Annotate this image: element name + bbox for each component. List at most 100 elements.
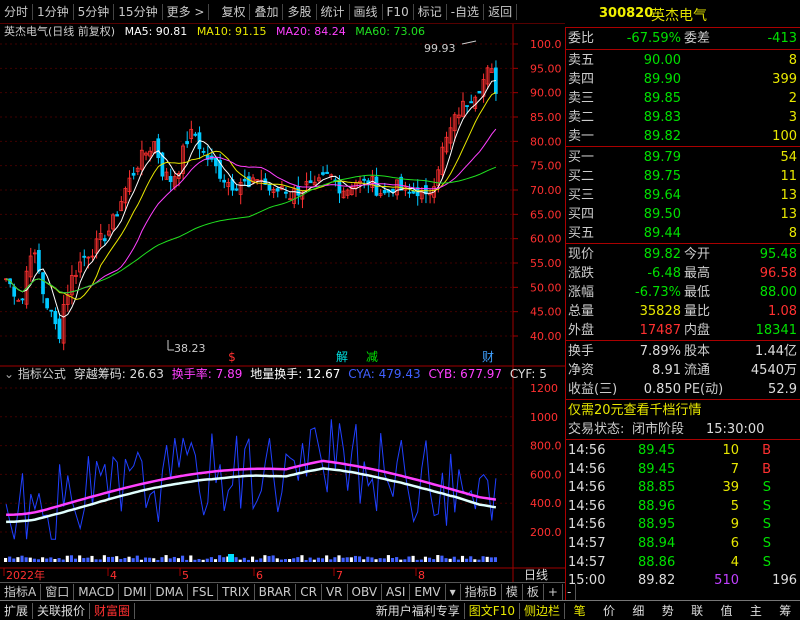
stat-value2: 95.48 <box>759 247 797 262</box>
turnover-bar <box>345 557 349 562</box>
turnover-bar <box>131 558 135 562</box>
tool-button-5[interactable]: F10 <box>383 3 414 20</box>
indicator-tab-4[interactable]: DMA <box>151 583 189 600</box>
turnover-bar <box>28 557 32 562</box>
tool-button-6[interactable]: 标记 <box>414 3 447 20</box>
footer-tab-0[interactable]: 扩展 <box>0 602 34 619</box>
candle-body <box>222 179 227 183</box>
candle-body <box>469 101 473 104</box>
turnover-bar <box>440 555 444 562</box>
footer-f10[interactable]: 图文F10 <box>465 602 520 619</box>
stat-value2: 18341 <box>755 323 797 338</box>
indicator-tab-14[interactable]: 指标B <box>461 583 502 600</box>
trade-time: 14:56 <box>568 461 606 477</box>
footer-side[interactable]: 侧边栏 <box>520 602 565 619</box>
indicator-tab-1[interactable]: 窗口 <box>41 583 75 600</box>
candle-body <box>477 90 482 94</box>
tool-button-3[interactable]: 统计 <box>317 3 350 20</box>
indicator-tab-5[interactable]: FSL <box>188 583 219 600</box>
trade-dir: S <box>762 480 771 496</box>
footer-ad[interactable]: 新用户福利专享 <box>372 602 465 619</box>
turnover-bar <box>123 557 127 562</box>
turnover-bar <box>135 555 139 562</box>
indicator-tab-0[interactable]: 指标A <box>0 583 42 600</box>
trade-row-2: 14:56 88.85 39 S <box>566 478 800 497</box>
quote-tab-2[interactable]: 细 <box>632 602 644 619</box>
quote-tab-0[interactable]: 笔 <box>574 602 586 619</box>
indicator-tab-10[interactable]: OBV <box>348 583 383 600</box>
stat2-label: 收益(三) <box>568 382 618 397</box>
period-tab-3[interactable]: 15分钟 <box>114 3 163 20</box>
indicator-tab-13[interactable]: ▾ <box>446 583 461 600</box>
quote-tab-3[interactable]: 势 <box>662 602 674 619</box>
turnover-bar <box>304 559 308 562</box>
indicator-tab-11[interactable]: ASI <box>382 583 411 600</box>
tool-button-8[interactable]: 返回 <box>484 3 518 20</box>
turnover-bar <box>197 559 201 562</box>
turnover-bar <box>164 555 168 562</box>
candle-body <box>201 151 206 153</box>
sell-row-3: 卖二 89.83 3 <box>566 108 800 127</box>
tool-button-1[interactable]: 叠加 <box>250 3 284 20</box>
turnover-bar <box>185 559 189 562</box>
price-tick-label: 55.00 <box>530 257 562 270</box>
turnover-bar <box>246 559 250 562</box>
price-tick-label: 100.0 <box>530 38 562 51</box>
quote-tab-1[interactable]: 价 <box>603 602 615 619</box>
indicator-tab-12[interactable]: EMV <box>410 583 446 600</box>
ma60-line <box>5 166 497 294</box>
ind-tick-label: 400.0 <box>530 497 562 510</box>
wc-label: 委差 <box>684 31 711 46</box>
indicator-tab-3[interactable]: DMI <box>119 583 152 600</box>
quote-tab-5[interactable]: 值 <box>721 602 733 619</box>
price-tick-label: 80.00 <box>530 135 562 148</box>
trade-dir: 196 <box>772 573 797 589</box>
indicator-tab-16[interactable]: 板 <box>523 583 544 600</box>
indicator-tab-7[interactable]: BRAR <box>255 583 297 600</box>
tool-button-0[interactable]: 复权 <box>217 3 251 20</box>
period-tab-1[interactable]: 1分钟 <box>33 3 74 20</box>
turnover-bar <box>489 557 493 562</box>
period-tab-4[interactable]: 更多 > <box>163 3 210 20</box>
tool-button-4[interactable]: 画线 <box>350 3 383 20</box>
kline-chart[interactable]: 100.0 95.00 90.00 85.00 80.00 75.00 70.00 65.00… <box>0 24 565 582</box>
tool-button-7[interactable]: -自选 <box>447 3 485 20</box>
ind-tick-label: 800.0 <box>530 440 562 453</box>
ma5-label: MA5: 90.81 <box>124 25 188 38</box>
candle-body <box>362 178 366 181</box>
indicator-tab-15[interactable]: 模 <box>502 583 523 600</box>
quote-tab-6[interactable]: 主 <box>750 602 762 619</box>
ind-tick-label: 600.0 <box>530 468 562 481</box>
candle-body <box>185 141 189 145</box>
turnover-bar <box>370 557 374 562</box>
indicator-tab-6[interactable]: TRIX <box>218 583 255 600</box>
indicator-label[interactable]: 指标公式 <box>18 367 66 381</box>
period-tab-0[interactable]: 分时 <box>0 3 34 20</box>
footer-tab-1[interactable]: 关联报价 <box>33 602 91 619</box>
indicator-tab-17[interactable]: + <box>544 583 563 600</box>
candle-body <box>296 186 301 196</box>
trade-time: 14:57 <box>568 554 606 570</box>
quote-tab-7[interactable]: 筹 <box>779 602 791 619</box>
ma10-line <box>5 92 497 301</box>
trade-vol: 4 <box>730 554 739 570</box>
period-tab-2[interactable]: 5分钟 <box>74 3 115 20</box>
indicator-menu-icon[interactable]: ⌄ <box>4 367 14 381</box>
indicator-tab-9[interactable]: VR <box>322 583 348 600</box>
chart-panel[interactable]: 100.0 95.00 90.00 85.00 80.00 75.00 70.00 65.00… <box>0 24 565 582</box>
indicator-tabs: 指标A 窗口 MACD DMI DMA FSL TRIX BRAR CR VR OBV ASI EMV ▾… <box>0 582 577 600</box>
turnover-bar <box>222 557 226 562</box>
turnover-bar <box>292 558 296 562</box>
turnover-bar <box>213 559 218 562</box>
quote-tab-4[interactable]: 联 <box>691 602 703 619</box>
price-tick-label: 70.00 <box>530 184 562 197</box>
buy-vol: 8 <box>788 226 797 241</box>
indicator-tab-2[interactable]: MACD <box>74 583 120 600</box>
footer-tab-2[interactable]: 财富圈 <box>90 602 136 619</box>
trade-dir: S <box>762 517 771 533</box>
tool-button-2[interactable]: 多股 <box>283 3 317 20</box>
turnover-bar <box>485 556 489 562</box>
indicator-tab-8[interactable]: CR <box>296 583 322 600</box>
candle-body <box>41 272 45 295</box>
turnover-bar <box>366 556 370 562</box>
